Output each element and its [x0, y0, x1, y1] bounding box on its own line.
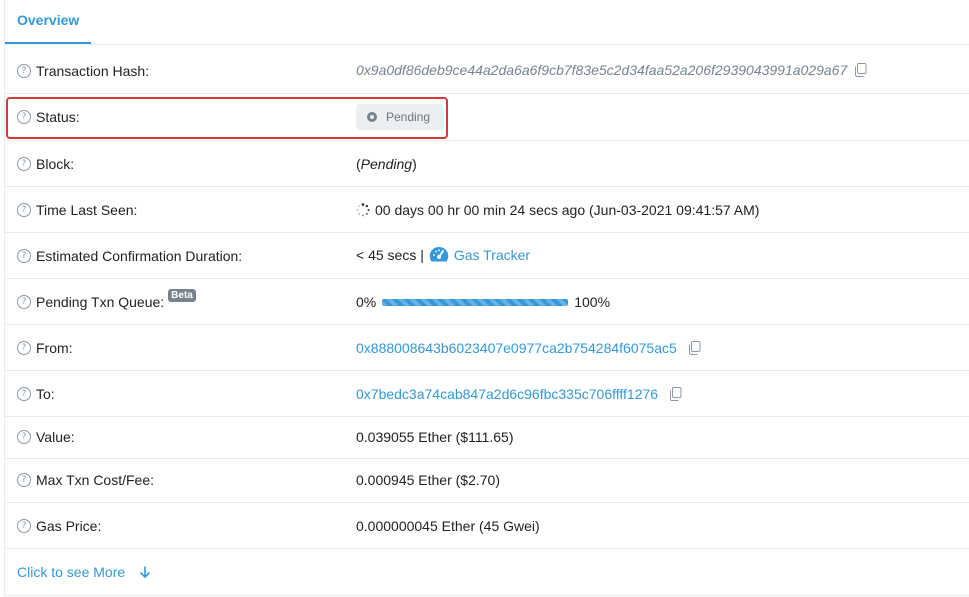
- label-value: ? Value:: [17, 429, 75, 445]
- label-gas-price: ? Gas Price:: [17, 518, 101, 534]
- label-text: From:: [36, 340, 73, 356]
- label-pending-txn-queue: ? Pending Txn Queue: Beta: [17, 288, 196, 310]
- value-amount-text: 0.039055 Ether ($111.65): [356, 429, 514, 445]
- value-time-last-seen: 00 days 00 hr 00 min 24 secs ago (Jun-03…: [356, 202, 759, 218]
- value-to: 0x7bedc3a74cab847a2d6c96fbc335c706ffff12…: [356, 386, 683, 402]
- question-circle-icon[interactable]: ?: [17, 157, 31, 171]
- row-gas-price: ? Gas Price: 0.000000045 Ether (45 Gwei): [5, 503, 969, 549]
- gas-tracker-link[interactable]: Gas Tracker: [454, 247, 530, 263]
- confirmation-text: < 45 secs |: [356, 247, 424, 263]
- label-text: Value:: [36, 429, 75, 445]
- value-confirmation-duration: < 45 secs | Gas Tracker: [356, 246, 530, 264]
- question-circle-icon[interactable]: ?: [17, 519, 31, 533]
- spinner-icon: [356, 203, 370, 217]
- block-value: Pending: [360, 156, 413, 172]
- label-text: Max Txn Cost/Fee:: [36, 472, 155, 488]
- pending-dot-icon: [367, 112, 377, 122]
- from-address-link[interactable]: 0x888008643b6023407e0977ca2b754284f6075a…: [356, 340, 677, 356]
- value-value: 0.039055 Ether ($111.65): [356, 429, 514, 445]
- value-transaction-hash: 0x9a0df86deb9ce44a2da6a6f9cb7f83e5c2d34f…: [356, 62, 868, 78]
- label-text: Time Last Seen:: [36, 202, 138, 218]
- label-max-txn-fee: ? Max Txn Cost/Fee:: [17, 472, 154, 488]
- copy-icon[interactable]: [669, 387, 683, 401]
- label-text: Block:: [36, 156, 75, 172]
- value-gas-price: 0.000000045 Ether (45 Gwei): [356, 518, 540, 534]
- label-status: ? Status:: [17, 109, 80, 125]
- gauge-icon[interactable]: [429, 246, 449, 264]
- tab-bar: Overview: [5, 0, 969, 45]
- queue-end-label: 100%: [574, 294, 611, 310]
- row-pending-txn-queue: ? Pending Txn Queue: Beta 0% 100%: [5, 279, 969, 325]
- question-circle-icon[interactable]: ?: [17, 110, 31, 124]
- label-text: Pending Txn Queue:: [36, 294, 165, 310]
- status-text: Pending: [386, 110, 431, 124]
- row-transaction-hash: ? Transaction Hash: 0x9a0df86deb9ce44a2d…: [5, 48, 969, 94]
- paren-close: ): [412, 156, 417, 172]
- value-max-txn-fee: 0.000945 Ether ($2.70): [356, 472, 500, 488]
- to-address-link[interactable]: 0x7bedc3a74cab847a2d6c96fbc335c706ffff12…: [356, 386, 658, 402]
- queue-progress-bar: [382, 298, 569, 306]
- label-block: ? Block:: [17, 156, 74, 172]
- transaction-overview-card: Overview ? Transaction Hash: 0x9a0df86de…: [4, 0, 969, 596]
- queue-start-label: 0%: [356, 294, 377, 310]
- row-value: ? Value: 0.039055 Ether ($111.65): [5, 417, 969, 459]
- label-to: ? To:: [17, 386, 55, 402]
- question-circle-icon[interactable]: ?: [17, 249, 31, 263]
- question-circle-icon[interactable]: ?: [17, 430, 31, 444]
- label-time-last-seen: ? Time Last Seen:: [17, 202, 137, 218]
- question-circle-icon[interactable]: ?: [17, 295, 31, 309]
- label-text: Status:: [36, 109, 80, 125]
- question-circle-icon[interactable]: ?: [17, 387, 31, 401]
- label-transaction-hash: ? Transaction Hash:: [17, 63, 149, 79]
- row-block: ? Block: (Pending): [5, 141, 969, 187]
- row-time-last-seen: ? Time Last Seen: 00 days 00 hr 00 min 2…: [5, 187, 969, 233]
- row-to: ? To: 0x7bedc3a74cab847a2d6c96fbc335c706…: [5, 371, 969, 417]
- beta-badge: Beta: [168, 288, 196, 302]
- more-link-text: Click to see More: [17, 564, 126, 580]
- question-circle-icon[interactable]: ?: [17, 341, 31, 355]
- row-status: ? Status: Pending: [5, 94, 969, 141]
- label-text: Estimated Confirmation Duration:: [36, 248, 243, 264]
- label-from: ? From:: [17, 340, 73, 356]
- question-circle-icon[interactable]: ?: [17, 203, 31, 217]
- value-block: (Pending): [356, 156, 417, 172]
- row-confirmation-duration: ? Estimated Confirmation Duration: < 45 …: [5, 233, 969, 279]
- label-confirmation-duration: ? Estimated Confirmation Duration:: [17, 248, 242, 264]
- time-last-seen-text: 00 days 00 hr 00 min 24 secs ago (Jun-03…: [375, 202, 760, 218]
- label-text: To:: [36, 386, 55, 402]
- gas-price-text: 0.000000045 Ether (45 Gwei): [356, 518, 540, 534]
- value-pending-txn-queue: 0% 100%: [356, 294, 610, 310]
- question-circle-icon[interactable]: ?: [17, 473, 31, 487]
- click-to-see-more-link[interactable]: Click to see More: [17, 564, 151, 580]
- row-max-txn-fee: ? Max Txn Cost/Fee: 0.000945 Ether ($2.7…: [5, 459, 969, 503]
- value-from: 0x888008643b6023407e0977ca2b754284f6075a…: [356, 340, 702, 356]
- row-from: ? From: 0x888008643b6023407e0977ca2b7542…: [5, 325, 969, 371]
- label-text: Gas Price:: [36, 518, 102, 534]
- max-fee-text: 0.000945 Ether ($2.70): [356, 472, 500, 488]
- copy-icon[interactable]: [854, 63, 868, 77]
- transaction-hash-text: 0x9a0df86deb9ce44a2da6a6f9cb7f83e5c2d34f…: [356, 62, 848, 78]
- arrow-down-icon: [139, 565, 151, 579]
- label-text: Transaction Hash:: [36, 63, 150, 79]
- status-badge: Pending: [356, 104, 445, 130]
- value-status: Pending: [356, 104, 445, 130]
- copy-icon[interactable]: [688, 341, 702, 355]
- question-circle-icon[interactable]: ?: [17, 64, 31, 78]
- tab-overview[interactable]: Overview: [5, 0, 91, 44]
